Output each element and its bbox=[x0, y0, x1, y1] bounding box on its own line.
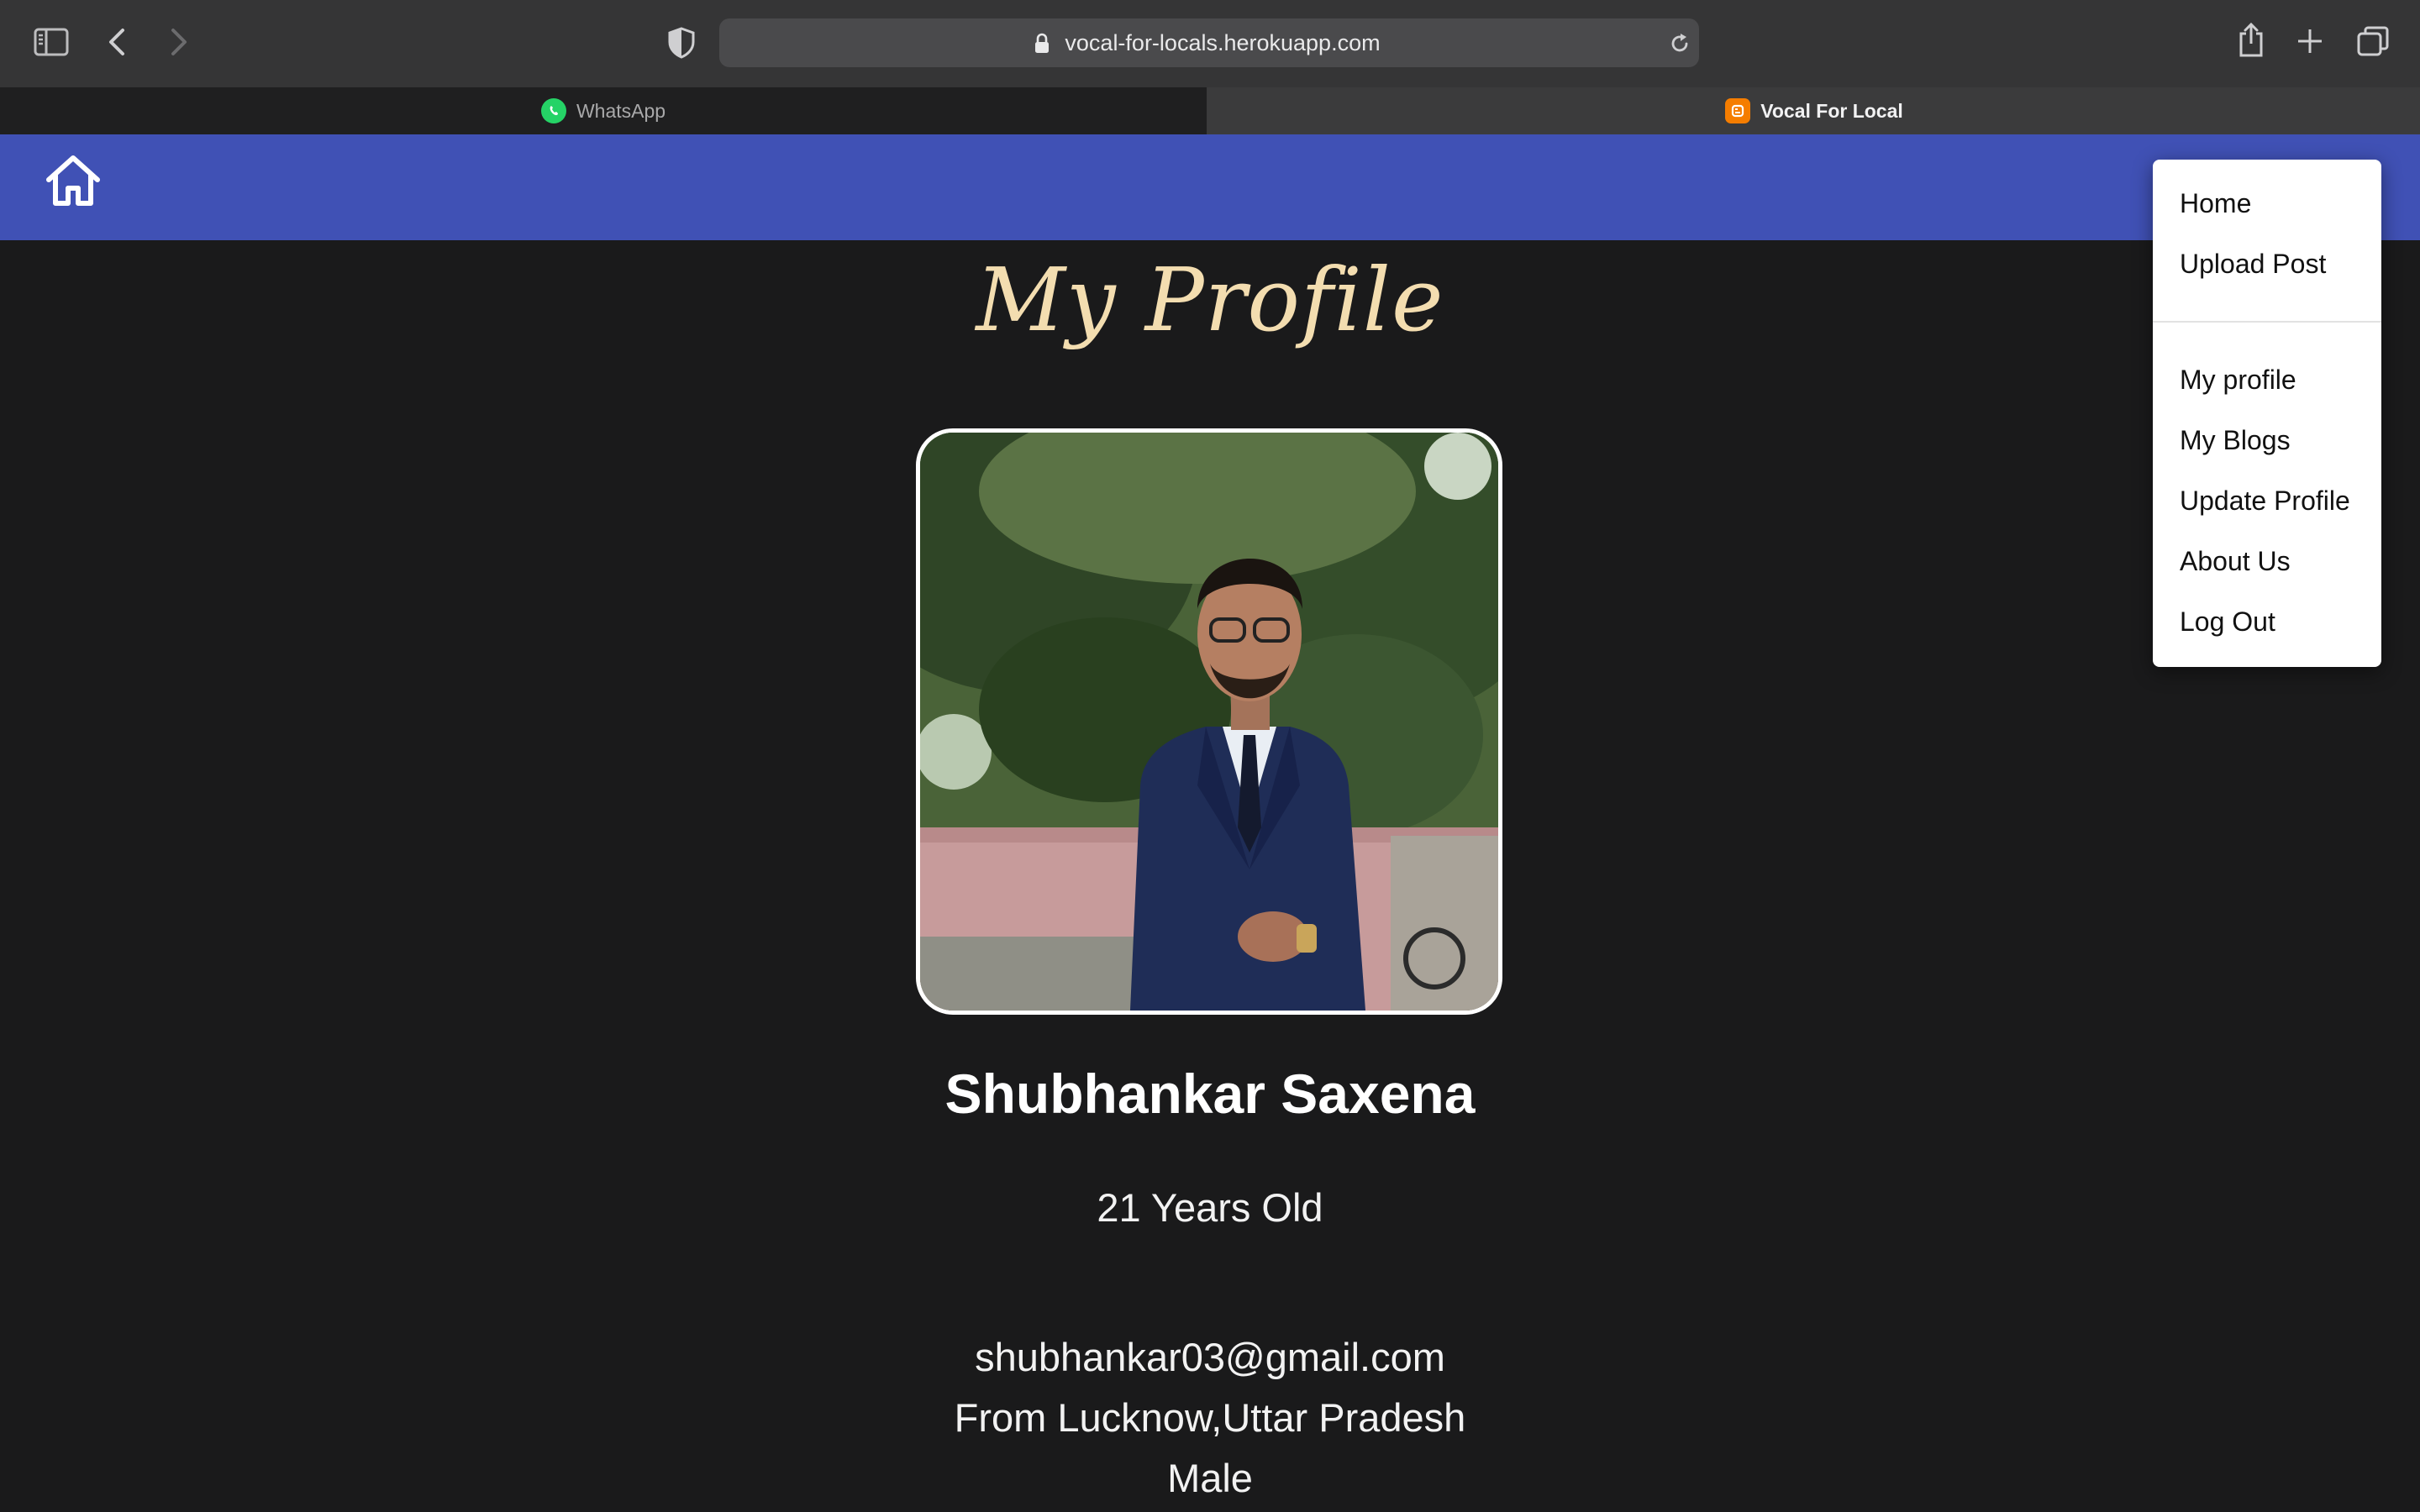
tab-whatsapp[interactable]: WhatsApp bbox=[0, 87, 1208, 134]
account-dropdown-menu: Home Upload Post My profile My Blogs Upd… bbox=[2153, 160, 2381, 667]
menu-divider bbox=[2153, 321, 2381, 323]
profile-email: shubhankar03@gmail.com bbox=[975, 1335, 1445, 1379]
menu-item-about-us[interactable]: About Us bbox=[2180, 546, 2291, 577]
share-icon[interactable] bbox=[2237, 22, 2265, 59]
menu-item-update-profile[interactable]: Update Profile bbox=[2180, 486, 2350, 517]
tab-vocal-for-local[interactable]: Vocal For Local bbox=[1208, 87, 2420, 134]
whatsapp-icon bbox=[540, 98, 566, 123]
menu-item-my-blogs[interactable]: My Blogs bbox=[2180, 425, 2291, 456]
sidebar-toggle-icon[interactable] bbox=[34, 27, 69, 57]
profile-photo bbox=[916, 428, 1502, 1015]
tab-overview-icon[interactable] bbox=[2356, 25, 2390, 57]
blogger-icon bbox=[1725, 98, 1751, 123]
page-title: My Profile bbox=[976, 249, 1444, 351]
forward-icon[interactable] bbox=[166, 27, 190, 57]
reload-icon[interactable] bbox=[1669, 32, 1691, 55]
new-tab-icon[interactable] bbox=[2296, 27, 2324, 55]
back-icon[interactable] bbox=[106, 27, 129, 57]
profile-location: From Lucknow,Uttar Pradesh bbox=[954, 1395, 1466, 1440]
address-bar[interactable]: vocal-for-locals.herokuapp.com bbox=[719, 18, 1699, 67]
address-url: vocal-for-locals.herokuapp.com bbox=[1065, 30, 1381, 55]
browser-toolbar: vocal-for-locals.herokuapp.com bbox=[0, 0, 2420, 89]
menu-item-my-profile[interactable]: My profile bbox=[2180, 365, 2296, 396]
menu-item-log-out[interactable]: Log Out bbox=[2180, 606, 2275, 638]
menu-item-upload-post[interactable]: Upload Post bbox=[2180, 249, 2326, 280]
profile-gender: Male bbox=[1167, 1456, 1253, 1500]
profile-age: 21 Years Old bbox=[1097, 1185, 1323, 1230]
home-icon[interactable] bbox=[44, 151, 103, 210]
tab-label: WhatsApp bbox=[576, 99, 666, 122]
privacy-shield-icon[interactable] bbox=[667, 27, 696, 59]
tab-bar: WhatsApp Vocal For Local bbox=[0, 87, 2420, 134]
navbar bbox=[0, 134, 2420, 240]
profile-name: Shubhankar Saxena bbox=[944, 1063, 1476, 1125]
menu-item-home[interactable]: Home bbox=[2180, 188, 2251, 219]
tab-label: Vocal For Local bbox=[1760, 99, 1903, 122]
